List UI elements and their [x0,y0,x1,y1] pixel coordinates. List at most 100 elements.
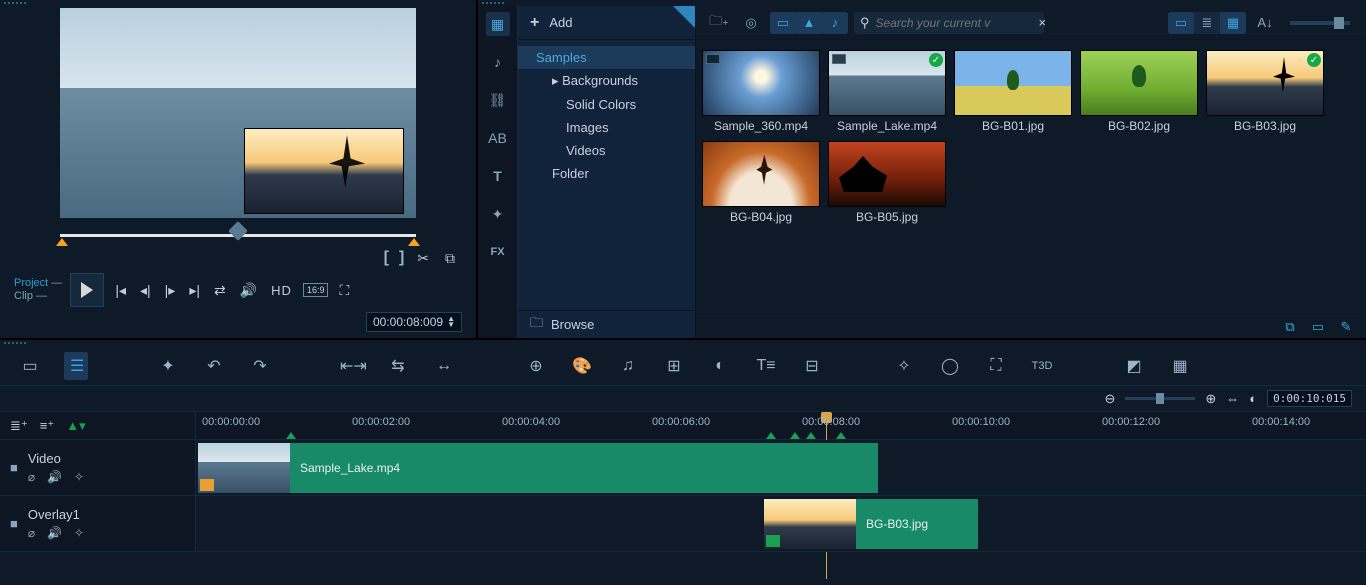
text-category-icon[interactable]: T [486,164,510,188]
fx-category-icon[interactable]: FX [486,240,510,264]
pin-corner-icon[interactable] [673,6,695,28]
chapter-marker-icon[interactable] [836,432,846,439]
link-icon[interactable]: ⌀ [28,470,35,484]
video-track-lane[interactable]: Sample_Lake.mp4 [196,440,1366,495]
volume-icon[interactable]: 🔊 [237,282,260,299]
aspect-ratio-button[interactable]: 16:9 [303,283,329,297]
overlay-clip[interactable]: BG-B03.jpg [764,499,978,549]
library-search[interactable]: ⚲ × [854,12,1044,34]
library-thumbnail[interactable]: BG-B01.jpg [954,50,1072,133]
swap-icon[interactable]: ⇆ [386,356,410,376]
library-thumbnail[interactable]: ✓BG-B03.jpg [1206,50,1324,133]
tools-icon[interactable]: ✦ [156,356,180,376]
layout-1-icon[interactable]: ⧉ [1280,319,1300,335]
fx-icon[interactable]: ✧ [74,470,84,484]
timeline-ruler[interactable]: 00:00:00:0000:00:02:0000:00:04:0000:00:0… [196,412,1366,439]
mark-in-bracket-icon[interactable]: [ [384,249,389,267]
transitions-category-icon[interactable]: ⛓ [486,88,510,112]
preview-timecode[interactable]: 00:00:08:009 ▲▼ [366,312,462,332]
loop-icon[interactable]: ⇄ [211,282,229,299]
add-media-button[interactable]: + Add [518,6,695,40]
overlay-track-lane[interactable]: BG-B03.jpg [196,496,1366,551]
tree-solid-colors[interactable]: Solid Colors [518,93,695,116]
paint-icon[interactable]: ◩ [1122,356,1146,376]
ripple-icon[interactable]: ⇤⇥ [340,356,364,376]
library-thumbnail[interactable]: BG-B05.jpg [828,141,946,224]
undo-icon[interactable]: ↶ [202,356,226,376]
library-thumbnail[interactable]: ✓Sample_Lake.mp4 [828,50,946,133]
scrub-head-icon[interactable] [228,221,248,241]
mute-icon[interactable]: 🔊 [47,470,62,484]
thumb-size-slider[interactable] [1290,21,1350,25]
mark-out-icon[interactable] [408,238,420,246]
timecode-spinner-icon[interactable]: ▲▼ [447,316,455,328]
split-scissors-icon[interactable]: ✂ [414,250,432,267]
filter-photo-icon[interactable]: ▲ [796,12,822,34]
titles-category-icon[interactable]: AB [486,126,510,150]
chapter-marker-icon[interactable] [806,432,816,439]
timeline-timecode[interactable]: 0:00:10:015 [1267,390,1352,407]
motion-icon[interactable]: ✧ [892,356,916,376]
mark-in-icon[interactable] [56,238,68,246]
audio-mix-icon[interactable]: ♫ [616,357,640,375]
import-icon[interactable]: 🗀₊ [706,12,732,34]
render-icon[interactable]: ▦ [1168,356,1192,376]
search-input[interactable] [876,16,1033,30]
filter-audio-icon[interactable]: ♪ [822,12,848,34]
playback-mode-toggle[interactable]: Project — Clip — [14,277,62,303]
step-fwd-icon[interactable]: |▸ [162,282,179,299]
chapter-marker-icon[interactable] [766,432,776,439]
library-thumbnail[interactable]: BG-B02.jpg [1080,50,1198,133]
overlays-category-icon[interactable]: ✦ [486,202,510,226]
media-category-icon[interactable]: ▦ [486,12,510,36]
go-start-icon[interactable]: |◂ [112,282,129,299]
track-add-icon[interactable]: ≡⁺ [40,418,54,434]
options-icon[interactable]: ✎ [1336,319,1356,335]
tree-samples[interactable]: Samples [518,46,695,69]
color-icon[interactable]: 🎨 [570,356,594,376]
fit-icon[interactable]: ⇔ [1226,391,1239,406]
panel-grip[interactable] [0,0,476,6]
timeline-view-icon[interactable]: ☰ [64,352,88,380]
view-list-icon[interactable]: ≣ [1194,12,1220,34]
library-thumbnail[interactable]: BG-B04.jpg [702,141,820,224]
redo-icon[interactable]: ↷ [248,356,272,376]
step-back-icon[interactable]: ◂| [137,282,154,299]
hd-toggle[interactable]: HD [268,283,295,298]
marker-icon[interactable]: ▲▾ [66,418,85,434]
track-options-icon[interactable]: ≣⁺ [10,418,28,434]
snapshot-icon[interactable]: ⧉ [442,250,458,267]
view-grid-icon[interactable]: ▦ [1220,12,1246,34]
storyboard-view-icon[interactable]: ▭ [18,356,42,376]
play-button[interactable] [70,273,104,307]
fullscreen-icon[interactable]: ⛶ [336,282,352,299]
tree-folder[interactable]: Folder [518,162,695,185]
zoom-in-icon[interactable]: ⊕ [1205,391,1216,407]
clear-search-icon[interactable]: × [1039,15,1047,30]
video-clip[interactable]: Sample_Lake.mp4 [198,443,878,493]
fx-icon[interactable]: ✧ [74,526,84,540]
browse-button[interactable]: 🗀 Browse [518,310,695,338]
clock-icon[interactable]: ◐ [1249,391,1257,406]
view-thumb-icon[interactable]: ▭ [1168,12,1194,34]
preview-monitor[interactable] [60,8,416,218]
stretch-icon[interactable]: ↔ [432,357,456,375]
zoom-slider[interactable] [1125,397,1195,400]
sort-icon[interactable]: A↓ [1252,12,1278,34]
multicam-icon[interactable]: ⊞ [662,356,686,376]
record-icon[interactable]: ⊕ [524,356,548,376]
mask-icon[interactable]: ◐ [708,357,732,375]
subtitle-icon[interactable]: T≡ [754,357,778,375]
link-icon[interactable]: ⌀ [28,526,35,540]
split-screen-icon[interactable]: ⊟ [800,356,824,376]
mute-icon[interactable]: 🔊 [47,526,62,540]
chapter-marker-icon[interactable] [790,432,800,439]
track-motion-icon[interactable]: ◯ [938,356,962,376]
face-icon[interactable]: ⛶ [984,357,1008,375]
mark-out-bracket-icon[interactable]: ] [399,249,404,267]
tree-images[interactable]: Images [518,116,695,139]
filter-video-icon[interactable]: ▭ [770,12,796,34]
tree-backgrounds[interactable]: ▸ Backgrounds [518,69,695,93]
library-thumbnail[interactable]: Sample_360.mp4 [702,50,820,133]
layout-2-icon[interactable]: ▭ [1308,319,1328,335]
